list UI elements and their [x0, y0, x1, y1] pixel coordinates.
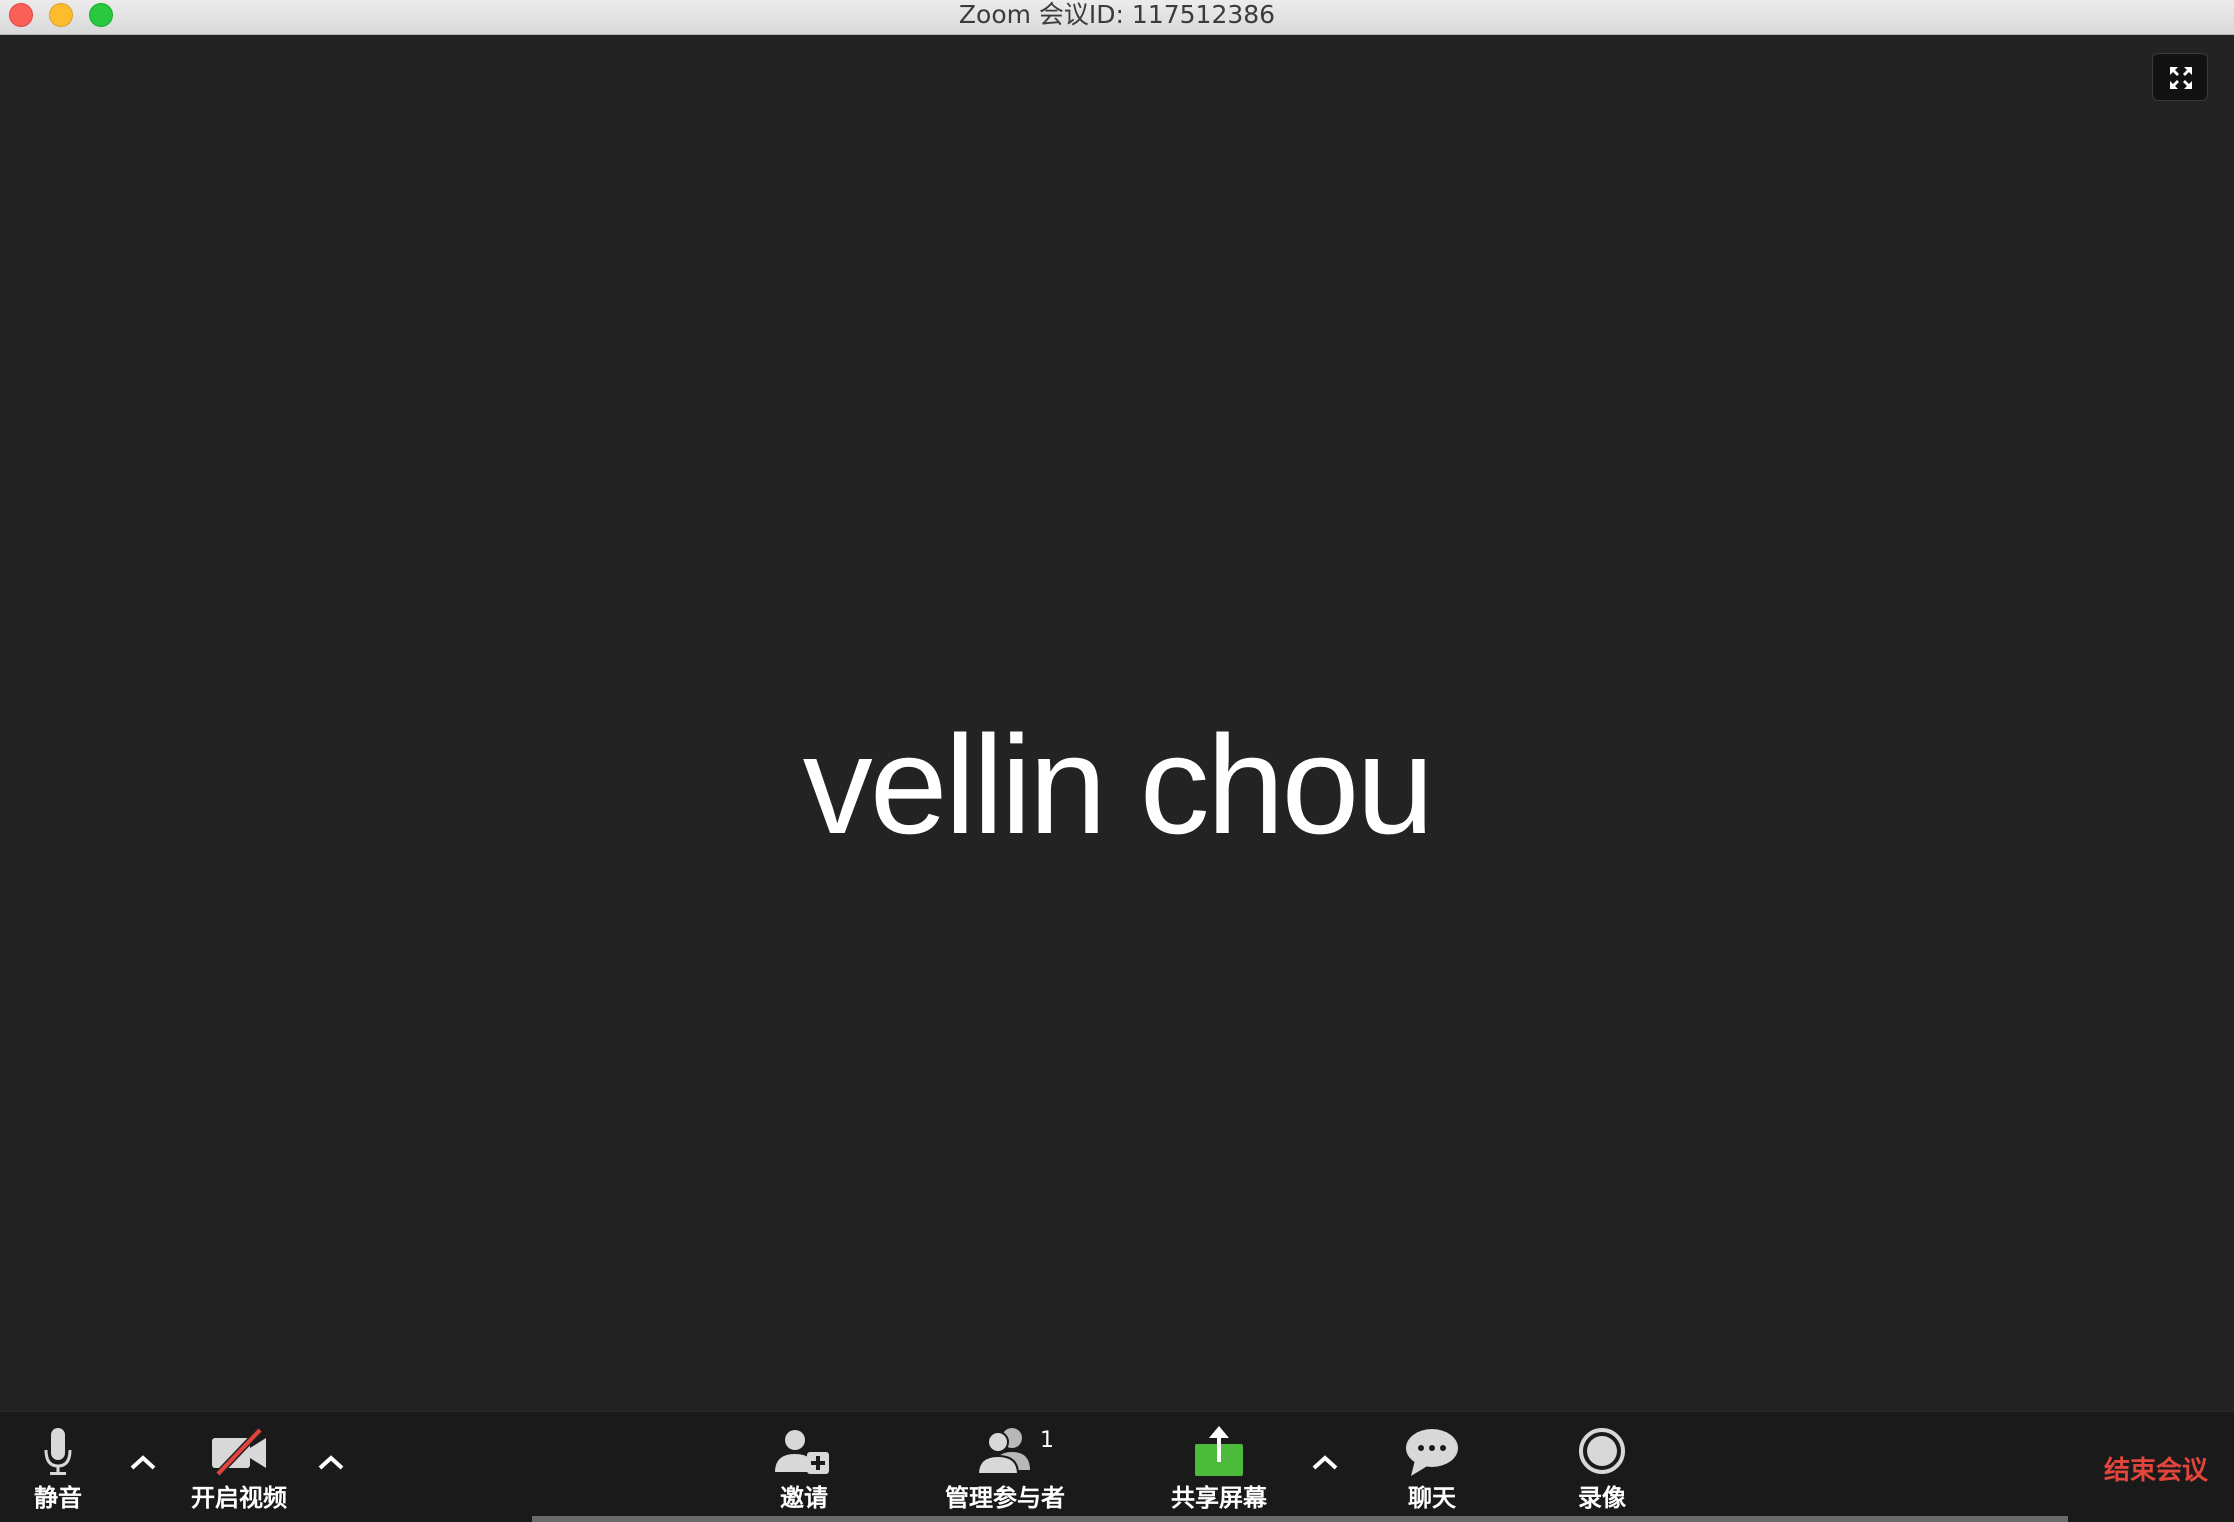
record-icon	[1579, 1428, 1625, 1474]
end-meeting-button[interactable]: 结束会议	[2104, 1450, 2208, 1487]
video-off-icon	[212, 1427, 266, 1477]
manage-participants-label: 管理参与者	[945, 1484, 1065, 1512]
share-screen-button[interactable]: 共享屏幕	[1164, 1412, 1274, 1522]
participants-icon	[976, 1428, 1030, 1475]
chat-button[interactable]: 聊天	[1392, 1412, 1472, 1522]
participant-name: vellin chou	[802, 706, 1435, 863]
invite-button[interactable]: 邀请	[764, 1412, 844, 1522]
window-title: Zoom 会议ID: 117512386	[958, 0, 1276, 29]
zoom-meeting-window: Zoom 会议ID: 117512386 vellin chou 静音 开启视频…	[0, 0, 2234, 1522]
add-user-icon	[775, 1430, 829, 1474]
record-label: 录像	[1578, 1484, 1626, 1512]
title-bar: Zoom 会议ID: 117512386	[0, 0, 2234, 35]
horizontal-scrollbar[interactable]	[532, 1516, 2068, 1522]
share-options-chevron-icon[interactable]	[1310, 1450, 1340, 1474]
fullscreen-icon	[2170, 67, 2192, 89]
fullscreen-button[interactable]	[2152, 53, 2208, 101]
participants-count: 1	[1040, 1428, 1054, 1453]
microphone-icon	[44, 1428, 72, 1475]
start-video-label: 开启视频	[191, 1484, 287, 1512]
chat-bubble-icon	[1406, 1429, 1458, 1476]
mute-label: 静音	[34, 1484, 82, 1512]
video-options-chevron-icon[interactable]	[316, 1450, 346, 1474]
chat-label: 聊天	[1408, 1484, 1456, 1512]
invite-label: 邀请	[780, 1484, 828, 1512]
share-screen-label: 共享屏幕	[1171, 1484, 1267, 1512]
record-button[interactable]: 录像	[1562, 1412, 1642, 1522]
share-screen-icon	[1195, 1426, 1243, 1476]
audio-options-chevron-icon[interactable]	[128, 1450, 158, 1474]
mute-button[interactable]: 静音	[18, 1412, 98, 1522]
start-video-button[interactable]: 开启视频	[184, 1412, 294, 1522]
meeting-toolbar: 静音 开启视频 邀请 管理参与者 1 共享屏幕 聊天 录像 结束会议	[0, 1411, 2234, 1522]
